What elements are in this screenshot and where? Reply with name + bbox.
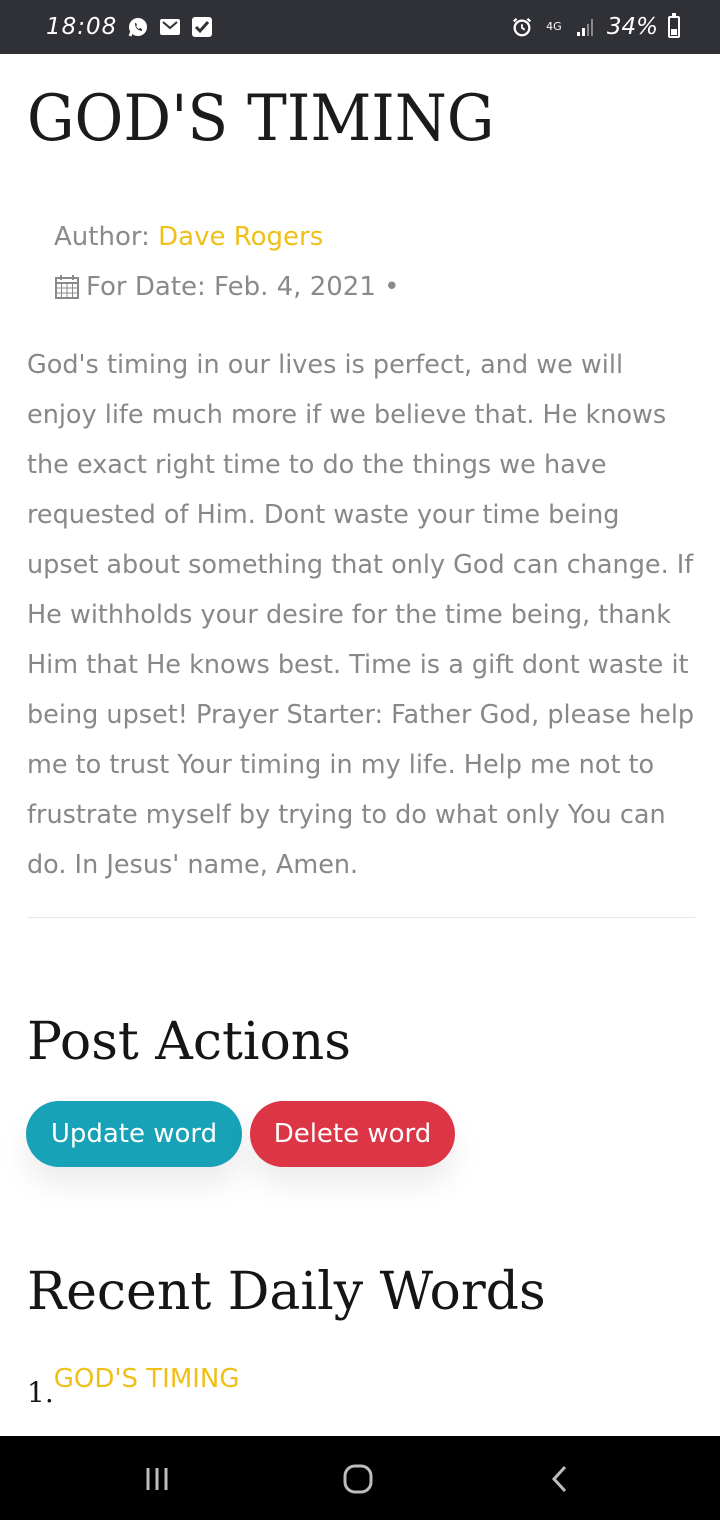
system-nav-bar bbox=[0, 1436, 720, 1520]
date-text: For Date: Feb. 4, 2021 • bbox=[86, 272, 400, 302]
status-right: 4G 34% bbox=[511, 13, 680, 40]
author-name-link[interactable]: Dave Rogers bbox=[158, 222, 323, 252]
post-actions-buttons: Update word Delete word bbox=[26, 1101, 455, 1167]
recent-word-link[interactable]: GOD'S TIMING bbox=[54, 1364, 240, 1394]
network-type: 4G bbox=[543, 16, 565, 38]
checkbox-icon bbox=[191, 16, 213, 38]
recent-list: 1. GOD'S TIMING bbox=[27, 1364, 240, 1409]
recent-daily-words-title: Recent Daily Words bbox=[27, 1262, 546, 1322]
post-actions-title: Post Actions bbox=[27, 1012, 351, 1072]
status-bar: 18:08 4G 34% bbox=[0, 0, 720, 54]
home-icon[interactable] bbox=[338, 1462, 378, 1496]
status-time: 18:08 bbox=[46, 14, 118, 40]
update-word-button[interactable]: Update word bbox=[26, 1101, 242, 1167]
page-title: GOD'S TIMING bbox=[27, 82, 495, 156]
whatsapp-icon bbox=[127, 16, 149, 38]
back-icon[interactable] bbox=[540, 1462, 580, 1496]
alarm-icon bbox=[511, 16, 533, 38]
gmail-icon bbox=[159, 16, 181, 38]
delete-word-button[interactable]: Delete word bbox=[250, 1101, 455, 1167]
list-item: 1. GOD'S TIMING bbox=[27, 1364, 240, 1409]
battery-percent: 34% bbox=[606, 14, 658, 40]
signal-icon bbox=[575, 16, 597, 38]
page-content: GOD'S TIMING Author: Dave Rogers For Dat… bbox=[0, 54, 720, 1436]
calendar-icon bbox=[54, 274, 80, 300]
post-body: God's timing in our lives is perfect, an… bbox=[27, 350, 695, 880]
author-label: Author: bbox=[54, 222, 150, 252]
battery-icon bbox=[668, 13, 680, 38]
list-number: 1. bbox=[27, 1376, 54, 1409]
status-left: 18:08 bbox=[46, 14, 213, 40]
divider bbox=[27, 917, 695, 918]
post-date: For Date: Feb. 4, 2021 • bbox=[54, 272, 399, 302]
battery-fill bbox=[671, 28, 677, 35]
post-author: Author: Dave Rogers bbox=[54, 222, 323, 252]
network-label: 4G bbox=[546, 20, 562, 33]
recent-apps-icon[interactable] bbox=[137, 1462, 177, 1496]
